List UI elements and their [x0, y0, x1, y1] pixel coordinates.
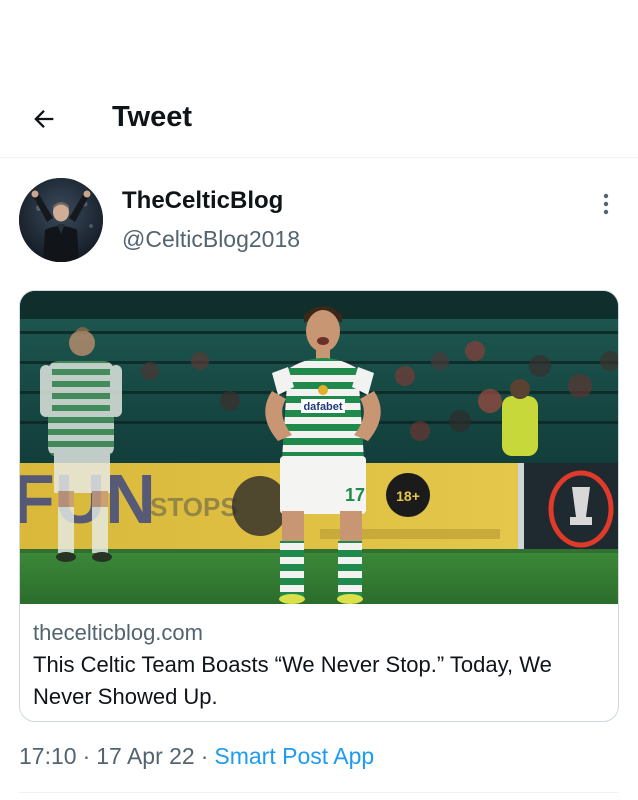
arrow-left-icon: [34, 110, 54, 128]
article-image: FUN STOPS 18+ dafabet 17: [20, 291, 618, 604]
author-display-name[interactable]: TheCelticBlog: [122, 186, 283, 216]
card-title: This Celtic Team Boasts “We Never Stop.”…: [33, 652, 552, 709]
top-bar: Tweet: [0, 82, 638, 158]
meta-separator: ·: [200, 743, 209, 769]
back-button[interactable]: [24, 99, 64, 139]
shirt-number: 17: [345, 485, 365, 505]
tweet-source-link[interactable]: Smart Post App: [214, 743, 374, 769]
board-badge: 18+: [396, 488, 420, 504]
vertical-dots-icon: [603, 193, 609, 215]
tweet-metadata: 17:10 · 17 Apr 22 · Smart Post App: [19, 741, 374, 771]
page-title: Tweet: [112, 101, 193, 133]
jersey-sponsor: dafabet: [303, 401, 342, 413]
link-preview-card[interactable]: FUN STOPS 18+ dafabet 17 thecelticblog.c…: [19, 290, 619, 722]
tweet-date[interactable]: 17 Apr 22: [96, 743, 194, 769]
avatar[interactable]: [19, 178, 103, 262]
tweet-time[interactable]: 17:10: [19, 743, 77, 769]
author-handle[interactable]: @CelticBlog2018: [122, 224, 300, 254]
board-text-stops: STOPS: [150, 492, 238, 522]
more-options-button[interactable]: [590, 188, 622, 220]
avatar-image: [19, 178, 103, 262]
meta-separator: ·: [82, 743, 91, 769]
card-domain: thecelticblog.com: [33, 620, 203, 645]
divider: [19, 792, 619, 793]
